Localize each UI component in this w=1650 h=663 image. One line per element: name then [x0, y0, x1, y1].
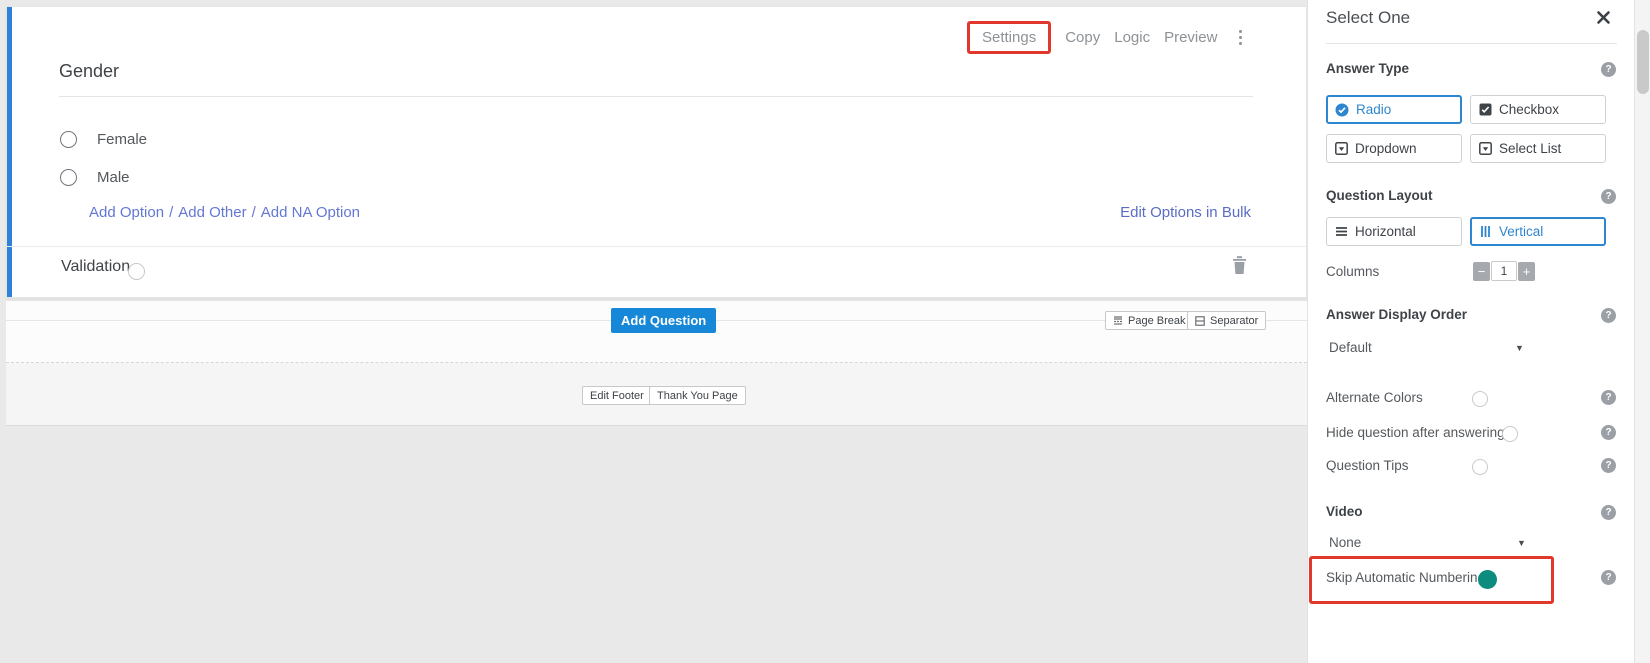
- help-icon[interactable]: ?: [1601, 425, 1616, 440]
- add-question-button[interactable]: Add Question: [611, 308, 716, 333]
- validation-divider: [7, 246, 1308, 247]
- sidebar-title: Select One: [1326, 8, 1410, 28]
- horizontal-lines-icon: [1335, 225, 1348, 238]
- edit-footer-button[interactable]: Edit Footer: [582, 386, 652, 405]
- add-option-link[interactable]: Add Option: [89, 204, 164, 221]
- validation-label: Validation: [61, 258, 130, 276]
- hide-question-after-answering-label: Hide question after answering: [1326, 425, 1505, 440]
- columns-stepper: − +: [1473, 261, 1535, 281]
- help-icon[interactable]: ?: [1601, 390, 1616, 405]
- answer-display-order-select[interactable]: Default: [1329, 340, 1372, 355]
- close-icon[interactable]: [1596, 10, 1611, 30]
- help-icon[interactable]: ?: [1601, 458, 1616, 473]
- link-separator: /: [169, 204, 173, 221]
- delete-question-icon[interactable]: [1232, 255, 1247, 280]
- more-options-icon[interactable]: [1233, 26, 1248, 49]
- skip-automatic-numbering-label: Skip Automatic Numbering: [1326, 570, 1485, 585]
- help-icon[interactable]: ?: [1601, 62, 1616, 77]
- layout-horizontal-button[interactable]: Horizontal: [1326, 217, 1462, 246]
- thank-you-page-button[interactable]: Thank You Page: [649, 386, 746, 405]
- help-icon[interactable]: ?: [1601, 505, 1616, 520]
- layout-vertical-button[interactable]: Vertical: [1470, 217, 1606, 246]
- answer-type-checkbox-button[interactable]: Checkbox: [1470, 95, 1606, 124]
- answer-type-radio-button[interactable]: Radio: [1326, 95, 1462, 124]
- checkbox-icon: [1479, 103, 1492, 116]
- help-icon[interactable]: ?: [1601, 570, 1616, 585]
- sidebar-divider: [1326, 43, 1617, 44]
- logic-button[interactable]: Logic: [1114, 29, 1150, 46]
- add-na-option-link[interactable]: Add NA Option: [261, 204, 360, 221]
- settings-sidebar: Select One Answer Type ? Radio Checkbox: [1307, 0, 1634, 663]
- title-divider: [59, 96, 1253, 97]
- radio-button-icon[interactable]: [60, 131, 77, 148]
- radio-button-icon[interactable]: [60, 169, 77, 186]
- scrollbar-thumb[interactable]: [1637, 30, 1649, 94]
- columns-input[interactable]: [1491, 261, 1517, 281]
- answer-option-row: Female: [60, 130, 147, 148]
- video-select[interactable]: None: [1329, 535, 1361, 550]
- add-question-strip: Add Question Page Break Separator: [6, 300, 1307, 363]
- columns-decrement-button[interactable]: −: [1473, 262, 1490, 281]
- scrollbar-track[interactable]: [1634, 0, 1650, 663]
- separator-button[interactable]: Separator: [1187, 311, 1266, 330]
- question-title[interactable]: Gender: [59, 61, 119, 82]
- survey-builder-page: Settings Copy Logic Preview Gender Femal…: [0, 0, 1650, 663]
- edit-options-in-bulk-link[interactable]: Edit Options in Bulk: [1120, 204, 1251, 221]
- settings-highlight-box: Settings: [967, 21, 1051, 54]
- select-list-icon: [1479, 142, 1492, 155]
- question-tips-label: Question Tips: [1326, 458, 1409, 473]
- question-card: Settings Copy Logic Preview Gender Femal…: [6, 6, 1307, 298]
- radio-selected-icon: [1335, 103, 1349, 117]
- page-break-icon: [1113, 316, 1123, 326]
- add-other-link[interactable]: Add Other: [178, 204, 246, 221]
- answer-option-label[interactable]: Male: [97, 169, 130, 186]
- settings-button[interactable]: Settings: [982, 29, 1036, 46]
- option-links: Add Option / Add Other / Add NA Option: [89, 204, 360, 221]
- preview-button[interactable]: Preview: [1164, 29, 1217, 46]
- question-layout-label: Question Layout: [1326, 188, 1433, 203]
- vertical-lines-icon: [1479, 225, 1492, 238]
- link-separator: /: [252, 204, 256, 221]
- question-toolbar: Settings Copy Logic Preview: [967, 21, 1248, 54]
- page-break-button[interactable]: Page Break: [1105, 311, 1193, 330]
- answer-option-row: Male: [60, 168, 130, 186]
- help-icon[interactable]: ?: [1601, 308, 1616, 323]
- dropdown-icon: [1335, 142, 1348, 155]
- alternate-colors-label: Alternate Colors: [1326, 390, 1423, 405]
- answer-type-label: Answer Type: [1326, 61, 1409, 76]
- answer-display-order-label: Answer Display Order: [1326, 307, 1467, 322]
- footer-area: Edit Footer Thank You Page: [6, 363, 1307, 426]
- answer-type-select-list-button[interactable]: Select List: [1470, 134, 1606, 163]
- selected-question-accent-bar: [7, 7, 12, 297]
- columns-label: Columns: [1326, 264, 1379, 279]
- answer-type-dropdown-button[interactable]: Dropdown: [1326, 134, 1462, 163]
- help-icon[interactable]: ?: [1601, 189, 1616, 204]
- video-label: Video: [1326, 504, 1363, 519]
- answer-option-label[interactable]: Female: [97, 131, 147, 148]
- chevron-down-icon[interactable]: ▼: [1515, 343, 1524, 353]
- chevron-down-icon[interactable]: ▼: [1517, 538, 1526, 548]
- copy-button[interactable]: Copy: [1065, 29, 1100, 46]
- columns-increment-button[interactable]: +: [1518, 262, 1535, 281]
- separator-icon: [1195, 316, 1205, 326]
